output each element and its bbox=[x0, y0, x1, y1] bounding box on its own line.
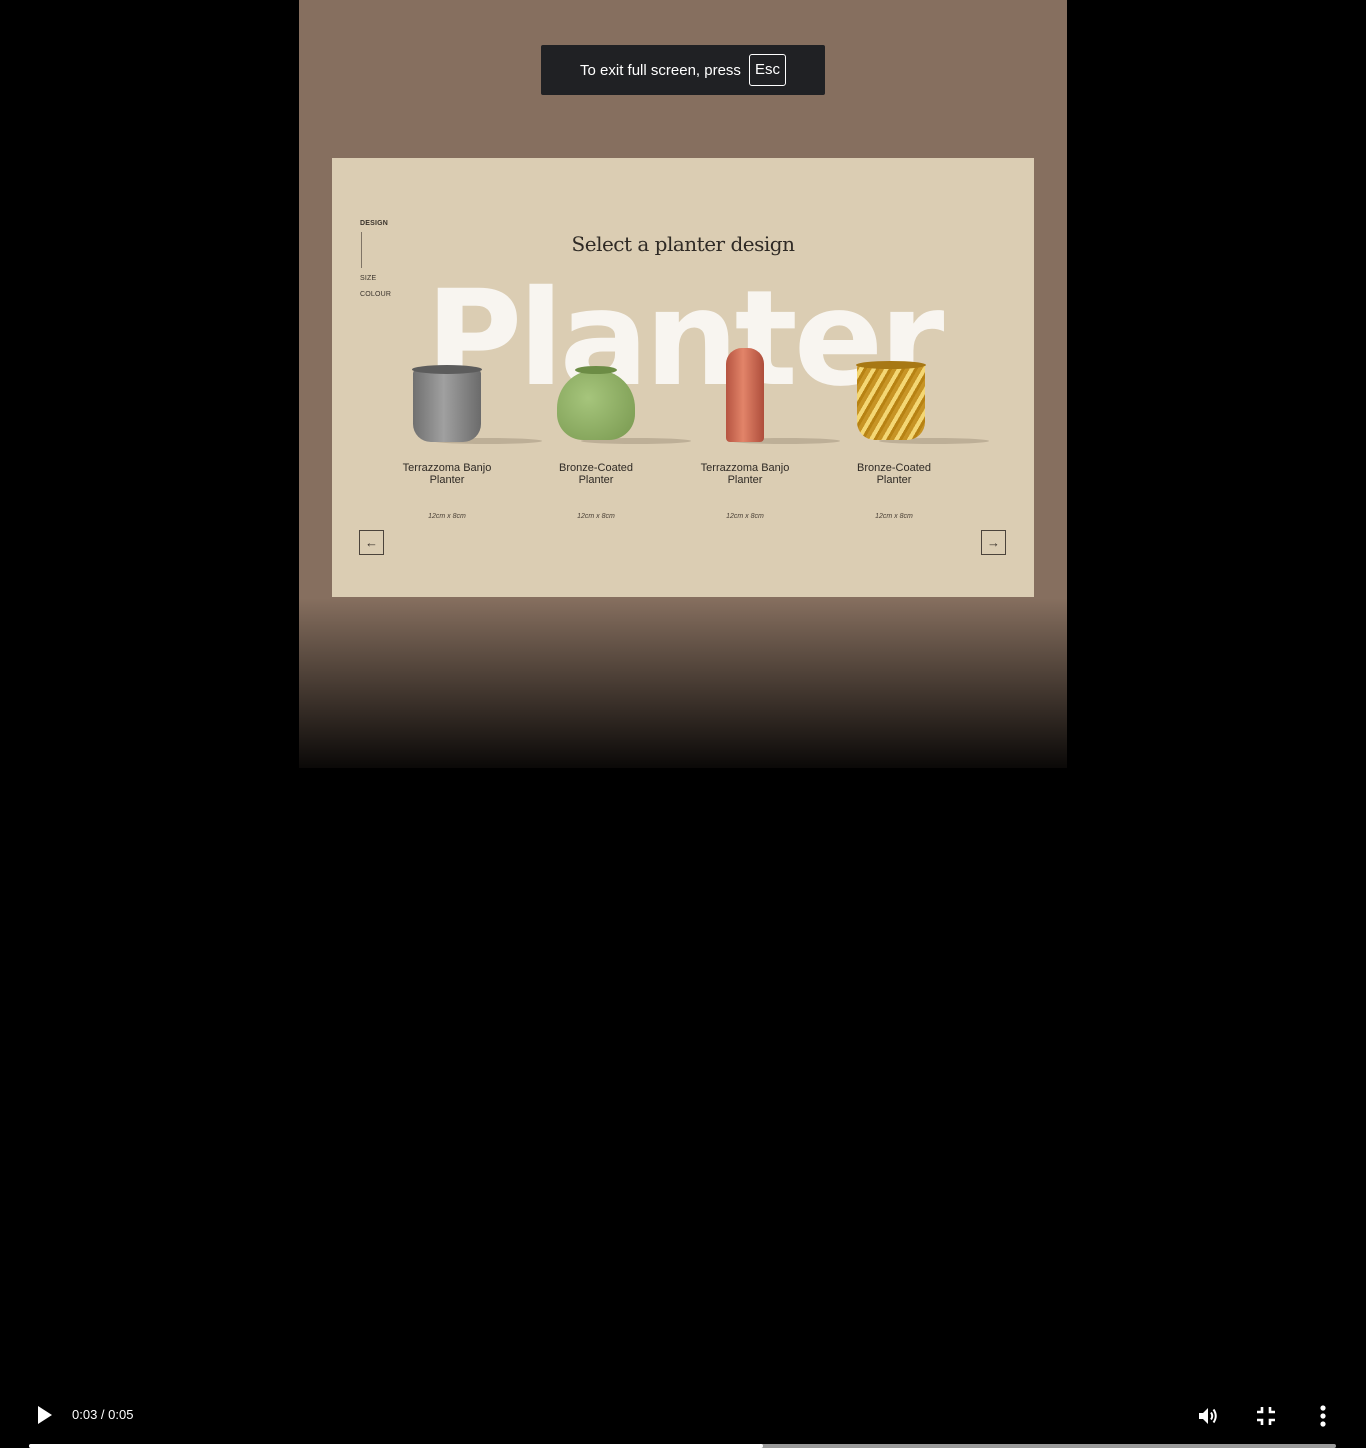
product-name: Bronze-Coated Planter bbox=[819, 462, 969, 486]
product-image bbox=[670, 340, 840, 446]
prev-arrow-button: ← bbox=[359, 530, 384, 555]
product-name-line2: Planter bbox=[429, 474, 465, 486]
step-design: DESIGN bbox=[360, 220, 389, 227]
play-button[interactable] bbox=[31, 1394, 59, 1436]
green-planter-image bbox=[557, 366, 635, 440]
product-size: 12cm x 8cm bbox=[428, 513, 466, 520]
progress-played bbox=[29, 1444, 763, 1448]
product-name-line1: Terrazzoma Banjo bbox=[700, 462, 790, 474]
next-arrow-button: → bbox=[981, 530, 1006, 555]
product-size: 12cm x 8cm bbox=[875, 513, 913, 520]
terracotta-vase-image bbox=[726, 348, 764, 442]
product-name-line1: Terrazzoma Banjo bbox=[402, 462, 492, 474]
progress-bar[interactable] bbox=[29, 1444, 1336, 1448]
esc-key-label: Esc bbox=[748, 54, 786, 86]
play-icon bbox=[38, 1406, 52, 1424]
video-slide: DESIGN SIZE COLOUR Select a planter desi… bbox=[332, 158, 1034, 597]
product-size: 12cm x 8cm bbox=[726, 513, 764, 520]
arrow-left-icon: ← bbox=[365, 535, 378, 550]
product-card: Bronze-Coated Planter 12cm x 8cm bbox=[819, 340, 989, 520]
volume-icon bbox=[1199, 1408, 1217, 1424]
product-name: Bronze-Coated Planter bbox=[521, 462, 671, 486]
product-name-line1: Bronze-Coated bbox=[857, 462, 931, 474]
product-name-line1: Bronze-Coated bbox=[559, 462, 633, 474]
product-image bbox=[372, 340, 542, 446]
slide-title: Select a planter design bbox=[571, 232, 795, 256]
video-controls: 0:03 / 0:05 bbox=[0, 698, 1366, 1448]
product-name: Terrazzoma Banjo Planter bbox=[372, 462, 522, 486]
product-name-line2: Planter bbox=[876, 474, 912, 486]
video-frame[interactable]: DESIGN SIZE COLOUR Select a planter desi… bbox=[299, 0, 1067, 768]
gold-planter-image bbox=[856, 361, 926, 440]
product-size: 12cm x 8cm bbox=[577, 513, 615, 520]
gray-planter-image bbox=[412, 365, 482, 442]
fullscreen-notice-text: To exit full screen, press bbox=[580, 61, 741, 79]
fullscreen-exit-notice: To exit full screen, press Esc bbox=[541, 45, 825, 95]
product-name-line2: Planter bbox=[727, 474, 763, 486]
product-image bbox=[521, 340, 691, 446]
volume-button[interactable] bbox=[1193, 1401, 1223, 1431]
product-card: Terrazzoma Banjo Planter 12cm x 8cm bbox=[372, 340, 542, 520]
product-card: Terrazzoma Banjo Planter 12cm x 8cm bbox=[670, 340, 840, 520]
time-display: 0:03 / 0:05 bbox=[72, 1407, 134, 1422]
product-image bbox=[819, 340, 989, 446]
exit-fullscreen-icon bbox=[1257, 1407, 1275, 1425]
exit-fullscreen-button[interactable] bbox=[1251, 1401, 1281, 1431]
arrow-right-icon: → bbox=[987, 535, 1000, 550]
product-card: Bronze-Coated Planter 12cm x 8cm bbox=[521, 340, 691, 520]
more-vert-icon bbox=[1320, 1405, 1326, 1427]
product-name: Terrazzoma Banjo Planter bbox=[670, 462, 820, 486]
more-options-button[interactable] bbox=[1308, 1401, 1338, 1431]
product-name-line2: Planter bbox=[578, 474, 614, 486]
product-list: Terrazzoma Banjo Planter 12cm x 8cm Bron… bbox=[372, 340, 989, 520]
